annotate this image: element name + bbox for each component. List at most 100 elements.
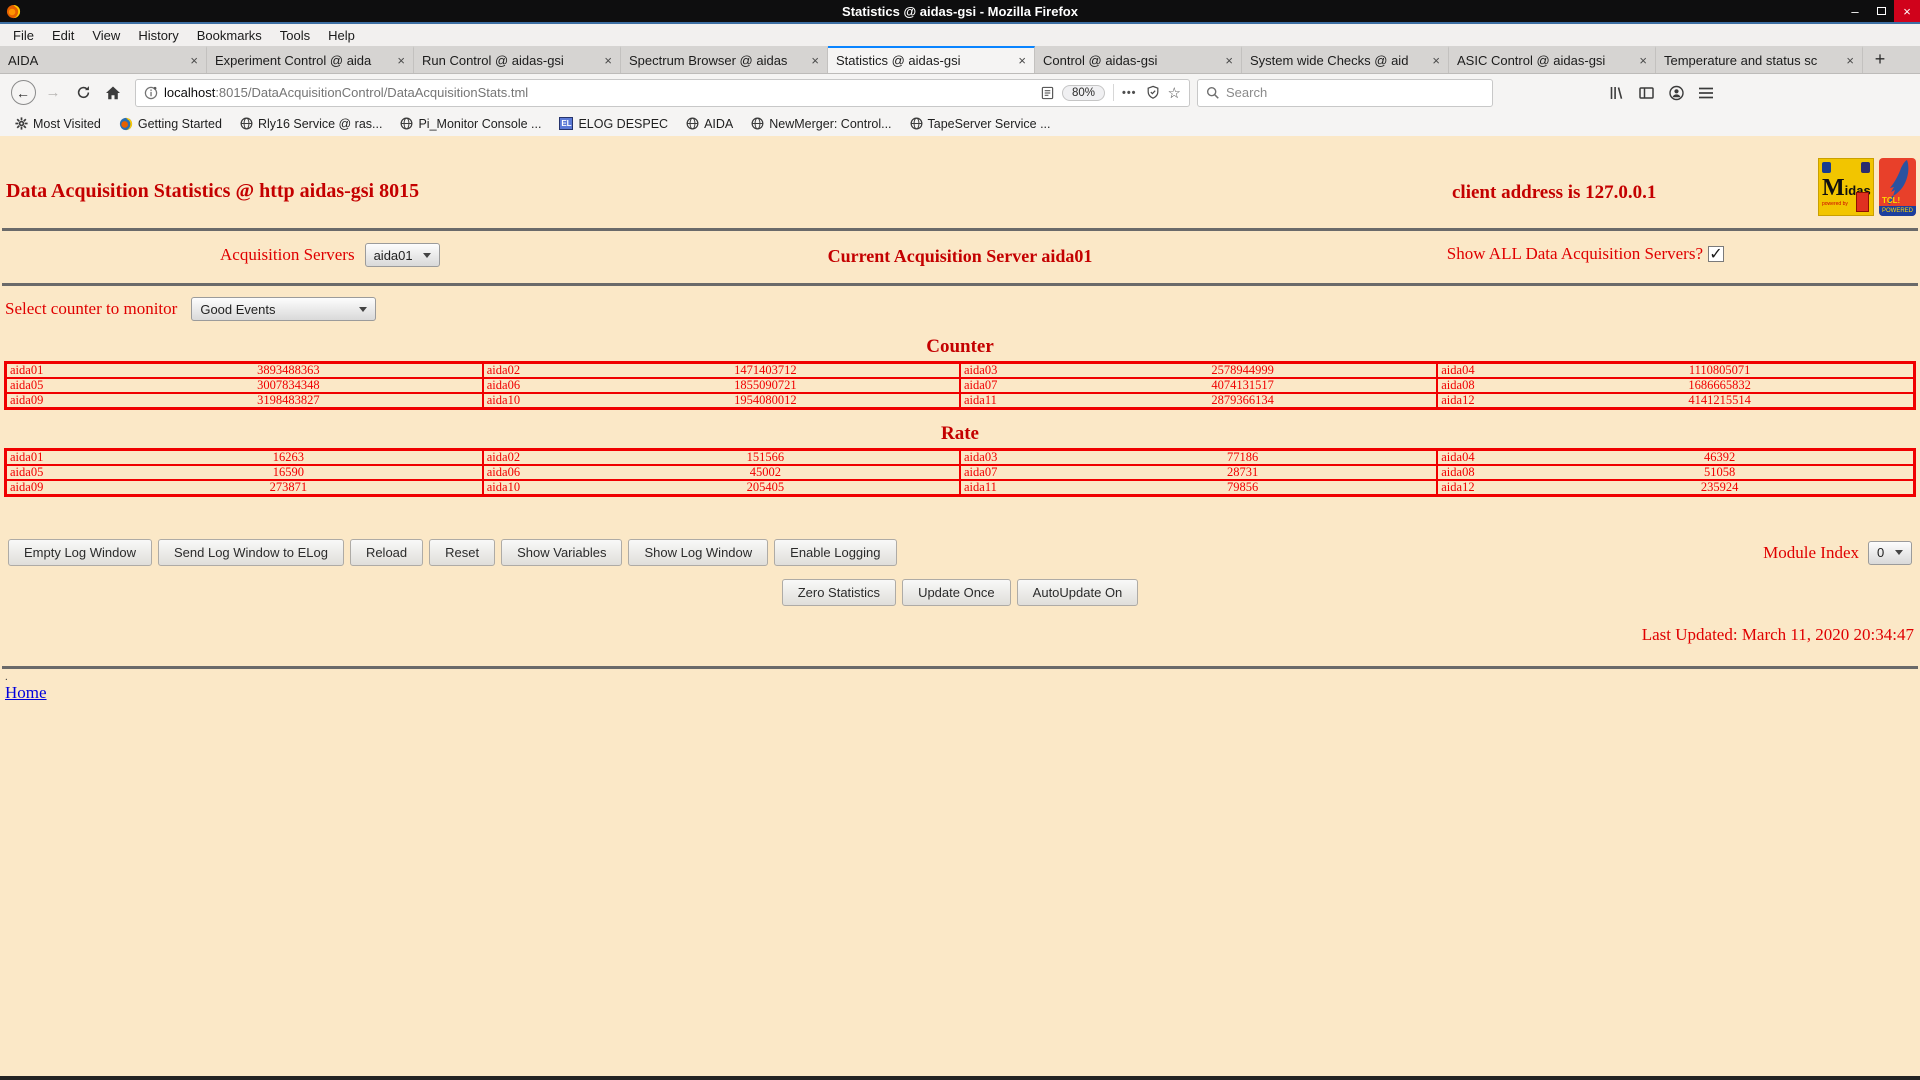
tab-close-icon[interactable]: × <box>183 53 198 68</box>
home-button[interactable] <box>98 79 128 107</box>
maximize-button[interactable] <box>1868 0 1894 22</box>
module-index-select[interactable]: 0 <box>1868 541 1912 565</box>
server-name-label: aida04 <box>1438 364 1526 377</box>
tab-system-wide-checks-aid[interactable]: System wide Checks @ aid× <box>1242 46 1449 73</box>
tab-asic-control-aidas-gsi[interactable]: ASIC Control @ aidas-gsi× <box>1449 46 1656 73</box>
tab-temperature-and-status-sc[interactable]: Temperature and status sc× <box>1656 46 1863 73</box>
tab-close-icon[interactable]: × <box>1218 53 1233 68</box>
forward-button[interactable]: → <box>38 79 68 107</box>
menu-help[interactable]: Help <box>319 28 364 43</box>
show-variables-button[interactable]: Show Variables <box>501 539 622 566</box>
reload-button[interactable] <box>68 79 98 107</box>
bookmark-getting-started[interactable]: Getting Started <box>110 117 231 131</box>
tab-close-icon[interactable]: × <box>1632 53 1647 68</box>
server-value: 1110805071 <box>1526 364 1913 377</box>
server-value: 16263 <box>95 451 482 464</box>
bookmark-star-icon[interactable]: ☆ <box>1168 84 1181 102</box>
stat-cell-aida03: aida0377186 <box>960 450 1437 466</box>
site-info-icon[interactable] <box>144 86 158 100</box>
reload-button[interactable]: Reload <box>350 539 423 566</box>
back-button[interactable]: ← <box>8 79 38 107</box>
new-tab-button[interactable]: + <box>1863 46 1897 73</box>
zoom-level-badge[interactable]: 80% <box>1062 85 1105 101</box>
server-value: 16590 <box>95 466 482 479</box>
menu-bookmarks[interactable]: Bookmarks <box>188 28 271 43</box>
tab-close-icon[interactable]: × <box>1425 53 1440 68</box>
update-once-button[interactable]: Update Once <box>902 579 1011 606</box>
tcl-powered-logo-image[interactable]: TCL! POWERED <box>1879 158 1916 216</box>
bookmark-label: Getting Started <box>138 117 222 131</box>
sidebars-button[interactable] <box>1631 79 1661 107</box>
menu-history[interactable]: History <box>129 28 187 43</box>
autoupdate-on-button[interactable]: AutoUpdate On <box>1017 579 1139 606</box>
tab-close-icon[interactable]: × <box>597 53 612 68</box>
gear-icon <box>15 117 28 130</box>
midas-logo-text: M <box>1822 175 1845 201</box>
tracking-protection-shield-icon[interactable] <box>1146 85 1160 100</box>
library-button[interactable] <box>1601 79 1631 107</box>
firefox-icon <box>119 117 133 131</box>
empty-log-window-button[interactable]: Empty Log Window <box>8 539 152 566</box>
bookmark-newmerger-control[interactable]: NewMerger: Control... <box>742 117 900 131</box>
server-name-label: aida11 <box>961 481 1049 494</box>
counter-monitor-select[interactable]: Good Events <box>191 297 376 321</box>
tab-experiment-control-aida[interactable]: Experiment Control @ aida× <box>207 46 414 73</box>
stat-cell-aida10: aida101954080012 <box>483 393 960 409</box>
minimize-button[interactable]: – <box>1842 0 1868 22</box>
bookmark-rly16-service-ras[interactable]: Rly16 Service @ ras... <box>231 117 392 131</box>
table-row: aida053007834348aida061855090721aida0740… <box>6 378 1915 393</box>
show-log-window-button[interactable]: Show Log Window <box>628 539 768 566</box>
tab-label: ASIC Control @ aidas-gsi <box>1457 53 1632 68</box>
bookmark-label: Rly16 Service @ ras... <box>258 117 383 131</box>
module-index-selected-value: 0 <box>1877 545 1885 560</box>
zero-statistics-button[interactable]: Zero Statistics <box>782 579 896 606</box>
server-name-label: aida12 <box>1438 481 1526 494</box>
tab-close-icon[interactable]: × <box>804 53 819 68</box>
search-input[interactable] <box>1226 85 1484 100</box>
bookmark-most-visited[interactable]: Most Visited <box>6 117 110 131</box>
server-name-label: aida05 <box>7 379 95 392</box>
close-button[interactable]: × <box>1894 0 1920 22</box>
elog-icon: EL <box>559 117 573 130</box>
server-name-label: aida01 <box>7 451 95 464</box>
account-button[interactable] <box>1661 79 1691 107</box>
log-buttons-row: Empty Log WindowSend Log Window to ELogR… <box>0 539 1920 566</box>
reset-button[interactable]: Reset <box>429 539 495 566</box>
server-name-label: aida05 <box>7 466 95 479</box>
page-actions-icon[interactable]: ••• <box>1122 87 1137 99</box>
tab-aida[interactable]: AIDA× <box>0 46 207 73</box>
rate-table: aida0116263aida02151566aida0377186aida04… <box>4 448 1916 497</box>
tab-statistics-aidas-gsi[interactable]: Statistics @ aidas-gsi× <box>828 46 1035 73</box>
bookmark-pi-monitor-console[interactable]: Pi_Monitor Console ... <box>391 117 550 131</box>
bookmark-tapeserver-service[interactable]: TapeServer Service ... <box>901 117 1060 131</box>
home-link[interactable]: Home <box>5 683 47 703</box>
tab-close-icon[interactable]: × <box>1839 53 1854 68</box>
send-log-window-to-elog-button[interactable]: Send Log Window to ELog <box>158 539 344 566</box>
table-row: aida093198483827aida101954080012aida1128… <box>6 393 1915 409</box>
window-title: Statistics @ aidas-gsi - Mozilla Firefox <box>0 4 1920 19</box>
bookmark-aida[interactable]: AIDA <box>677 117 742 131</box>
menu-file[interactable]: File <box>4 28 43 43</box>
midas-shield-icon <box>1861 162 1870 173</box>
midas-logo-image[interactable]: Midas powered by <box>1818 158 1874 216</box>
server-name-label: aida11 <box>961 394 1049 407</box>
show-all-servers-checkbox[interactable]: ✓ <box>1708 246 1724 262</box>
menu-view[interactable]: View <box>83 28 129 43</box>
stat-cell-aida10: aida10205405 <box>483 480 960 496</box>
bookmark-elog-despec[interactable]: ELELOG DESPEC <box>550 117 677 131</box>
tab-spectrum-browser-aidas[interactable]: Spectrum Browser @ aidas× <box>621 46 828 73</box>
tab-close-icon[interactable]: × <box>1011 53 1026 68</box>
tab-control-aidas-gsi[interactable]: Control @ aidas-gsi× <box>1035 46 1242 73</box>
menu-hamburger-button[interactable] <box>1691 79 1721 107</box>
server-name-label: aida02 <box>484 451 572 464</box>
menu-tools[interactable]: Tools <box>271 28 319 43</box>
url-bar[interactable]: localhost:8015/DataAcquisitionControl/Da… <box>135 79 1190 107</box>
reader-view-icon[interactable] <box>1041 86 1054 100</box>
tab-run-control-aidas-gsi[interactable]: Run Control @ aidas-gsi× <box>414 46 621 73</box>
enable-logging-button[interactable]: Enable Logging <box>774 539 896 566</box>
server-value: 151566 <box>572 451 959 464</box>
stat-cell-aida07: aida0728731 <box>960 465 1437 480</box>
tab-close-icon[interactable]: × <box>390 53 405 68</box>
menu-edit[interactable]: Edit <box>43 28 83 43</box>
stat-cell-aida08: aida081686665832 <box>1437 378 1914 393</box>
